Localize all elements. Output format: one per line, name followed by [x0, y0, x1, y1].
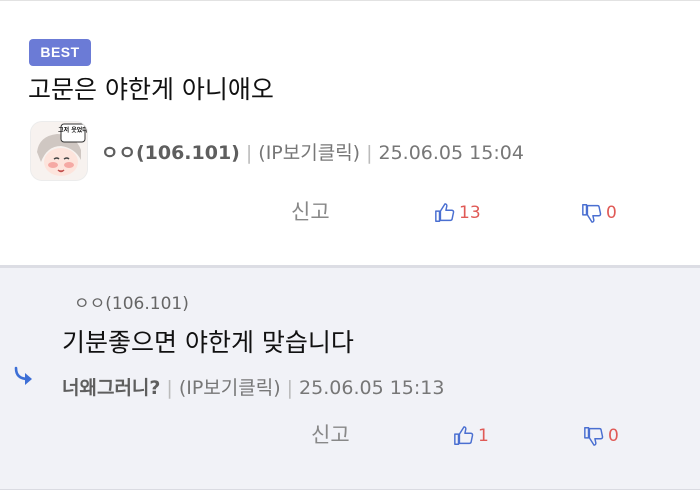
meta-separator: | — [245, 142, 253, 164]
reply-downvote-count: 0 — [608, 426, 619, 446]
reply-text: 기분좋으면 야한게 맞습니다 — [62, 328, 354, 357]
reply-arrow-icon — [14, 366, 32, 385]
reply-author-name[interactable]: 너왜그러니? — [62, 377, 160, 399]
parent-author: ㅇㅇ(106.101) — [74, 294, 189, 314]
reply-comment: ㅇㅇ(106.101) 기분좋으면 야한게 맞습니다 너왜그러니? | (IP보기클… — [0, 268, 700, 490]
best-comment: BEST 고문은 야한게 아니애오 그저 웃었다 ㅇㅇ(106.101) | (IP… — [0, 1, 700, 265]
report-button[interactable]: 신고 — [291, 201, 330, 223]
author-name[interactable]: ㅇㅇ(106.101) — [101, 142, 240, 164]
reply-downvote-button[interactable]: 0 — [583, 425, 619, 447]
avatar-bubble-text: 그저 웃었다 — [58, 126, 87, 134]
meta-separator: | — [166, 377, 173, 399]
thumbs-down-icon — [582, 204, 602, 223]
timestamp: 25.06.05 15:04 — [378, 142, 524, 164]
upvote-button[interactable]: 13 — [434, 202, 481, 224]
best-badge: BEST — [29, 39, 91, 66]
downvote-button[interactable]: 0 — [581, 202, 617, 224]
reply-report-label: 신고 — [311, 423, 350, 447]
comment-text: 고문은 야한게 아니애오 — [28, 75, 274, 104]
thumbs-down-icon — [584, 427, 604, 446]
ip-view-link[interactable]: (IP보기클릭) — [258, 142, 360, 164]
upvote-count: 13 — [459, 203, 481, 223]
meta-separator: | — [286, 377, 294, 399]
reply-ip-view-link[interactable]: (IP보기클릭) — [179, 377, 281, 399]
meta-separator: | — [366, 142, 373, 164]
avatar[interactable]: 그저 웃었다 — [30, 121, 88, 181]
reply-upvote-button[interactable]: 1 — [453, 425, 489, 447]
comment-meta: ㅇㅇ(106.101) | (IP보기클릭) | 25.06.05 15:04 — [101, 140, 524, 166]
report-label: 신고 — [291, 200, 330, 224]
reply-timestamp: 25.06.05 15:13 — [299, 377, 445, 399]
thumbs-up-icon — [435, 203, 455, 222]
thumbs-up-icon — [454, 426, 474, 445]
reply-report-button[interactable]: 신고 — [311, 424, 350, 446]
reply-upvote-count: 1 — [478, 426, 489, 446]
downvote-count: 0 — [606, 203, 617, 223]
avatar-image: 그저 웃었다 — [31, 122, 87, 180]
reply-meta: 너왜그러니? | (IP보기클릭) | 25.06.05 15:13 — [62, 375, 444, 401]
